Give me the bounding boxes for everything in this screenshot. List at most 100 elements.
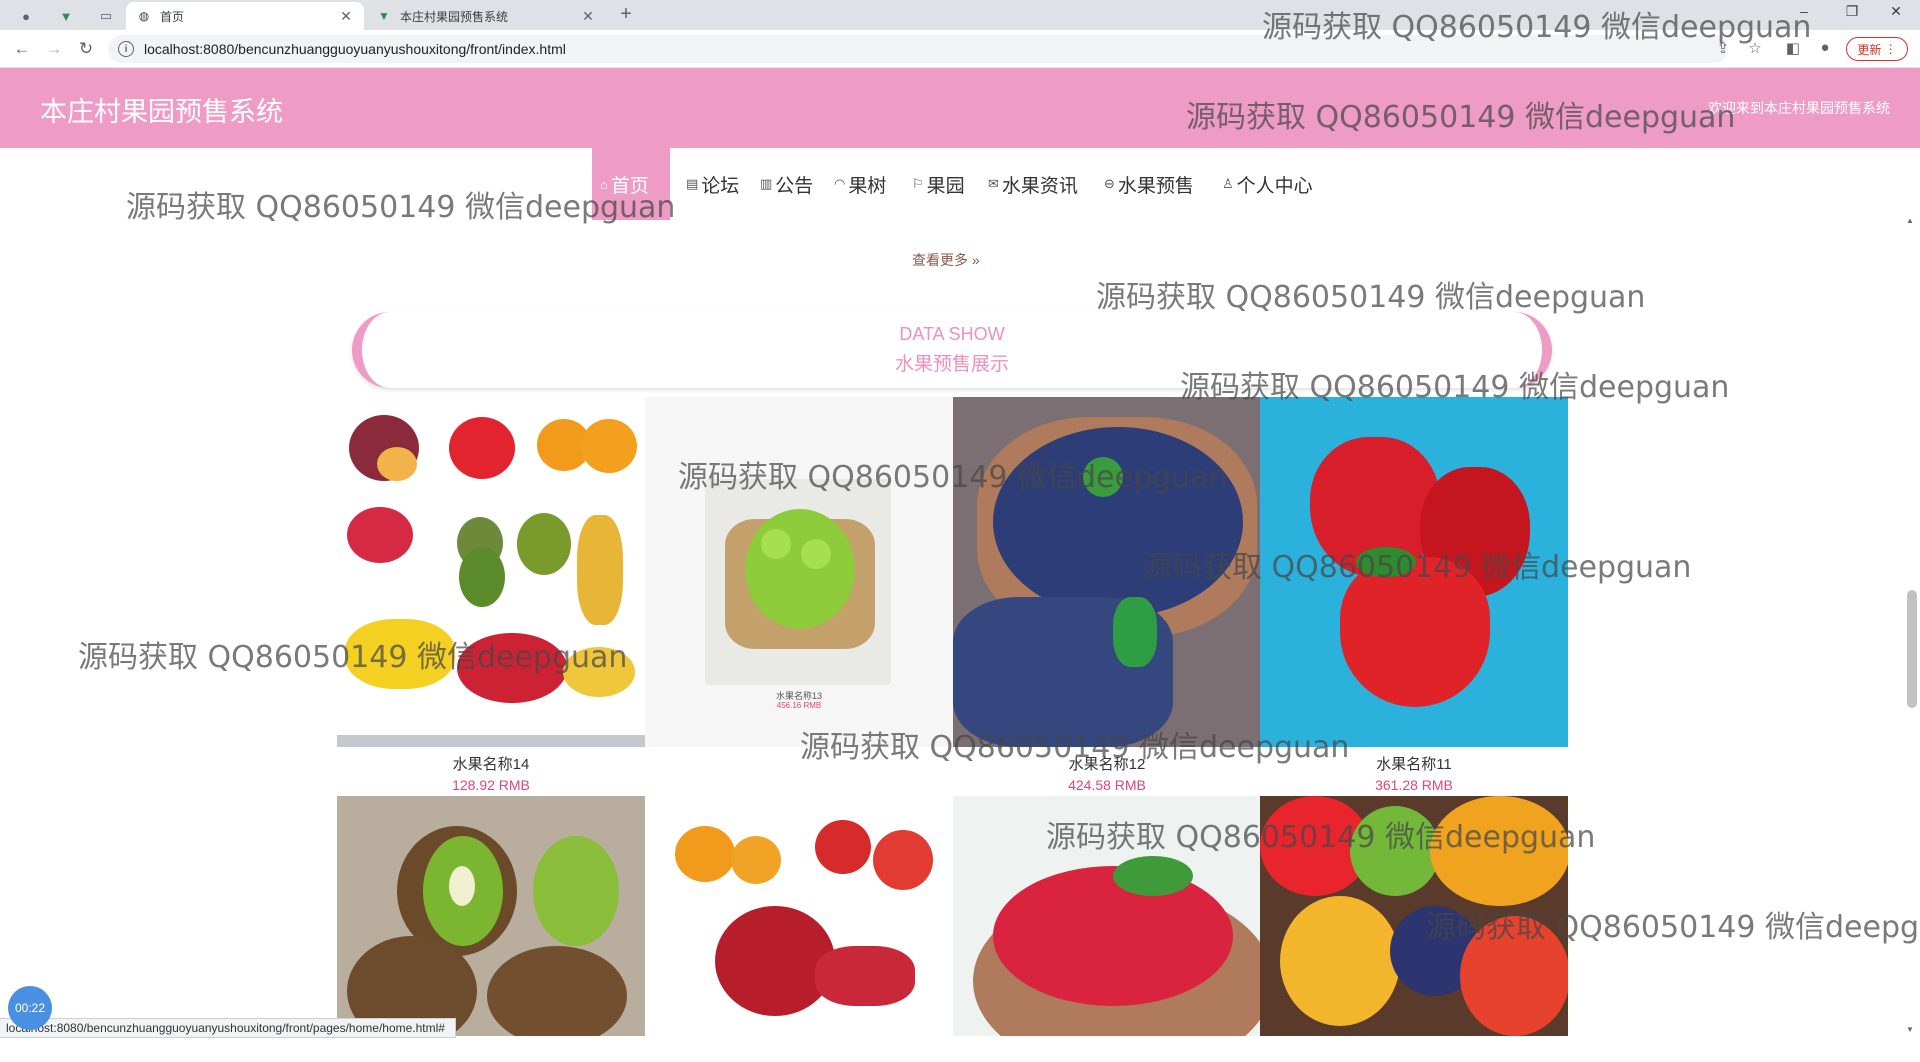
browser-tab-home[interactable]: ◍ 首页 ✕ xyxy=(126,2,364,30)
bookmark-star-icon[interactable]: ☆ xyxy=(1744,39,1766,59)
page-scrollbar[interactable]: ▲ ▼ xyxy=(1904,216,1918,1034)
pinned-tab-blank[interactable]: ▭ xyxy=(90,4,122,28)
profile-icon[interactable]: ● xyxy=(1814,39,1836,59)
url-text: localhost:8080/bencunzhuangguoyuanyushou… xyxy=(144,41,566,57)
menu-label: 水果资讯 xyxy=(1001,175,1078,197)
scroll-down-icon[interactable]: ▼ xyxy=(1906,1025,1914,1034)
product-name: 水果名称14 xyxy=(452,756,530,773)
banner-title-en: DATA SHOW xyxy=(899,324,1005,344)
menu-label: 个人中心 xyxy=(1236,175,1313,197)
flag-icon: ⚐ xyxy=(912,176,924,191)
pinned-tab-vue[interactable]: ▼ xyxy=(50,4,82,28)
share-icon[interactable]: ⇪ xyxy=(1712,39,1734,59)
pinned-tab-github[interactable]: ● xyxy=(10,4,42,28)
site-info-icon[interactable]: i xyxy=(118,41,134,57)
minimize-button[interactable]: – xyxy=(1784,3,1824,19)
welcome-text: 欢迎来到本庄村果园预售系统 xyxy=(1708,100,1890,116)
product-name xyxy=(645,1042,953,1062)
window-close-button[interactable]: ✕ xyxy=(1876,3,1916,20)
inner-caption-price: 456.16 RMB xyxy=(776,701,822,710)
tab-title: 本庄村果园预售系统 xyxy=(400,9,509,24)
product-price: 128.92 RMB xyxy=(452,777,530,793)
product-card[interactable]: 水果名称12 424.58 RMB xyxy=(953,397,1261,793)
menu-label: 论坛 xyxy=(701,175,740,197)
product-card[interactable] xyxy=(1260,796,1568,1062)
forum-icon: ▤ xyxy=(686,176,699,191)
product-image-grapes[interactable]: 水果名称13 456.16 RMB xyxy=(645,397,953,747)
tree-icon: ◠ xyxy=(834,176,846,191)
update-button[interactable]: 更新 ⋮ xyxy=(1846,37,1908,61)
new-tab-button[interactable]: + xyxy=(614,3,638,26)
product-image-kiwi[interactable] xyxy=(337,796,645,1036)
globe-icon: ◍ xyxy=(138,9,150,23)
menu-label: 果园 xyxy=(926,175,965,197)
product-name: 水果名称12 xyxy=(1068,756,1146,773)
product-card[interactable] xyxy=(645,796,953,1062)
banner-title-cn: 水果预售展示 xyxy=(894,354,1009,375)
menu-label: 果树 xyxy=(848,175,887,197)
sidepanel-icon[interactable]: ◧ xyxy=(1782,39,1804,59)
menu-item-home[interactable]: ⌂ 首页 xyxy=(592,148,670,220)
site-header: 本庄村果园预售系统 欢迎来到本庄村果园预售系统 xyxy=(0,68,1920,148)
double-chevron-right-icon: » xyxy=(971,252,980,268)
browser-tabstrip: ● ▼ ▭ ◍ 首页 ✕ ▼ 本庄村果园预售系统 ✕ + – ❐ ✕ xyxy=(0,0,1920,30)
product-image-raspberries[interactable] xyxy=(953,796,1261,1036)
close-tab-icon[interactable]: ✕ xyxy=(580,8,596,25)
data-show-banner: DATA SHOW 水果预售展示 xyxy=(352,312,1552,388)
blank-page-icon: ▭ xyxy=(99,8,113,23)
scroll-thumb[interactable] xyxy=(1907,590,1917,708)
menu-label: 首页 xyxy=(610,175,649,197)
vue-icon: ▼ xyxy=(59,8,73,24)
tab-title: 首页 xyxy=(160,9,185,24)
cart-icon: ⊖ xyxy=(1104,176,1115,191)
scroll-up-icon[interactable]: ▲ xyxy=(1906,216,1914,225)
home-icon: ⌂ xyxy=(600,176,608,192)
mail-icon: ✉ xyxy=(988,176,999,191)
product-name: 水果名称11 xyxy=(1376,756,1452,773)
menu-item-user-center[interactable]: ♙ 个人中心 xyxy=(1214,148,1321,220)
product-image-blueberries[interactable] xyxy=(953,397,1261,747)
menu-item-forum[interactable]: ▤ 论坛 xyxy=(678,148,747,220)
menu-label: 水果预售 xyxy=(1117,175,1194,197)
address-bar[interactable]: i localhost:8080/bencunzhuangguoyuanyush… xyxy=(108,35,1728,63)
menu-item-fruit-news[interactable]: ✉ 水果资讯 xyxy=(980,148,1086,220)
browser-tab-system[interactable]: ▼ 本庄村果园预售系统 ✕ xyxy=(366,2,606,30)
notice-icon: ▥ xyxy=(760,176,773,191)
menu-item-notice[interactable]: ▥ 公告 xyxy=(752,148,821,220)
recording-timer: 00:22 xyxy=(8,986,52,1030)
reload-icon[interactable]: ↻ xyxy=(74,38,98,60)
product-image-mixed-fruits[interactable] xyxy=(337,397,645,747)
product-image-fruit-salad[interactable] xyxy=(1260,796,1568,1036)
menu-item-orchard[interactable]: ⚐ 果园 xyxy=(904,148,973,220)
forward-icon[interactable]: → xyxy=(42,38,66,60)
product-card[interactable]: 水果名称13 456.16 RMB xyxy=(645,397,953,777)
close-tab-icon[interactable]: ✕ xyxy=(338,8,354,25)
view-more-label: 查看更多 xyxy=(912,252,968,268)
site-title: 本庄村果园预售系统 xyxy=(40,97,283,127)
main-menu: ⌂ 首页 ▤ 论坛 ▥ 公告 ◠ 果树 ⚐ 果园 ✉ 水果资讯 ⊖ 水果预售 ♙ 个人中心 xyxy=(0,148,1920,220)
product-card[interactable] xyxy=(953,796,1261,1062)
product-card[interactable]: 水果名称14 128.92 RMB xyxy=(337,397,645,793)
menu-label: 公告 xyxy=(775,175,814,197)
product-price: 424.58 RMB xyxy=(1068,777,1146,793)
menu-item-fruit-presale[interactable]: ⊖ 水果预售 xyxy=(1096,148,1202,220)
product-image-strawberries[interactable] xyxy=(1260,397,1568,747)
product-image-pomegranate[interactable] xyxy=(645,796,953,1036)
browser-toolbar: ← → ↻ i localhost:8080/bencunzhuangguoyu… xyxy=(0,30,1920,68)
status-bar: localhost:8080/bencunzhuangguoyuanyushou… xyxy=(0,1018,456,1038)
back-icon[interactable]: ← xyxy=(10,38,34,60)
github-icon: ● xyxy=(22,8,30,24)
view-more-link[interactable]: 查看更多 » xyxy=(912,250,980,270)
update-label: 更新 xyxy=(1857,42,1882,57)
product-card[interactable]: 水果名称11 361.28 RMB xyxy=(1260,397,1568,793)
product-name xyxy=(953,1042,1261,1062)
product-name xyxy=(337,1042,645,1062)
restore-button[interactable]: ❐ xyxy=(1832,3,1872,20)
menu-item-trees[interactable]: ◠ 果树 xyxy=(826,148,894,220)
watermark: 源码获取 QQ86050149 微信deepguan xyxy=(1096,280,1646,315)
user-icon: ♙ xyxy=(1222,176,1234,191)
product-name xyxy=(645,753,953,773)
vue-icon: ▼ xyxy=(378,9,390,23)
product-name xyxy=(1260,1042,1568,1062)
product-price: 361.28 RMB xyxy=(1375,777,1453,793)
